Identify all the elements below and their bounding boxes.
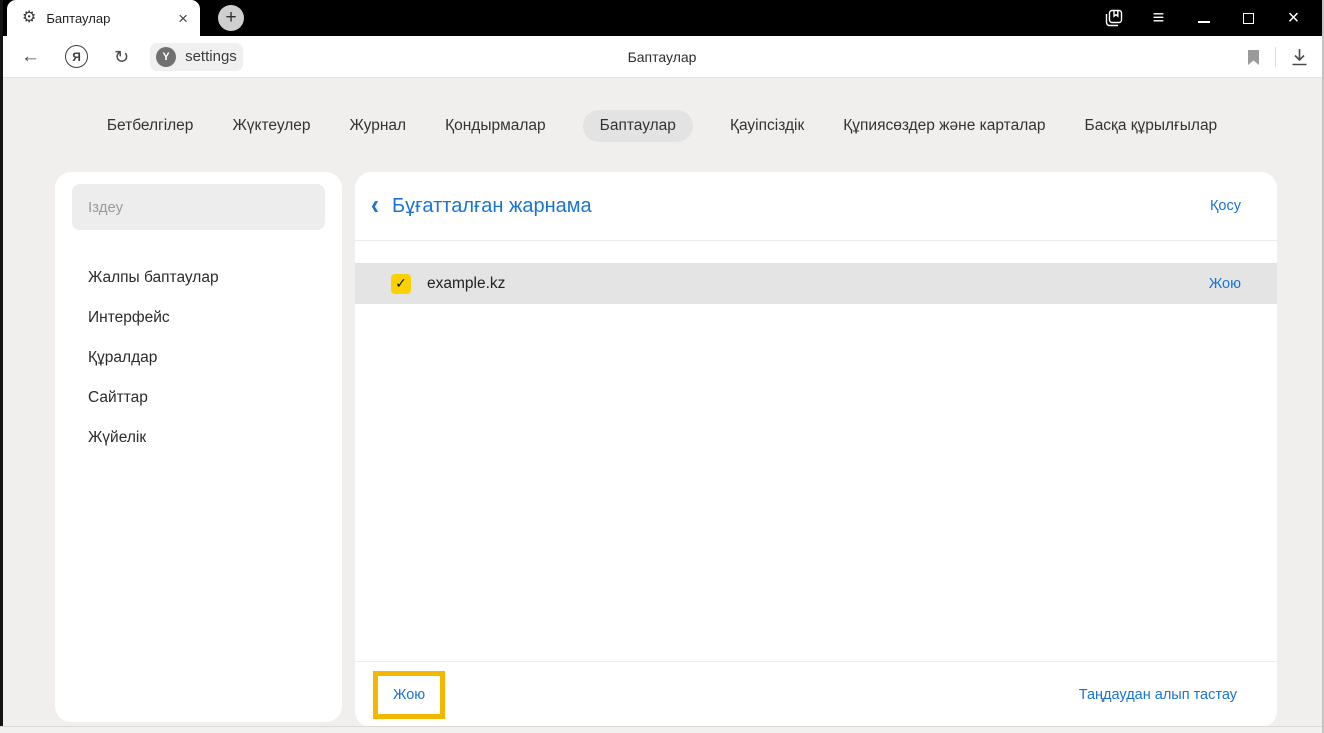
nav-tab-security[interactable]: Қауіпсіздік bbox=[728, 110, 806, 142]
refresh-icon[interactable]: ↻ bbox=[114, 48, 129, 66]
settings-nav: Бетбелгілер Жүктеулер Журнал Қондырмалар… bbox=[0, 79, 1324, 172]
nav-tab-extensions[interactable]: Қондырмалар bbox=[443, 110, 548, 142]
add-button[interactable]: Қосу bbox=[1210, 198, 1241, 214]
address-bar[interactable]: Y settings bbox=[150, 42, 243, 71]
tab-close-icon[interactable]: × bbox=[178, 10, 188, 27]
row-checkbox[interactable]: ✓ bbox=[391, 273, 411, 294]
protect-icon: Y bbox=[156, 46, 177, 67]
window-close-button[interactable]: × bbox=[1271, 0, 1316, 36]
address-text[interactable]: settings bbox=[185, 48, 237, 65]
nav-tab-settings[interactable]: Баптаулар bbox=[582, 109, 693, 142]
yandex-logo-icon[interactable]: Я bbox=[65, 45, 88, 68]
blocked-domain: example.kz bbox=[427, 274, 506, 292]
sidebar-item-tools[interactable]: Құралдар bbox=[55, 338, 342, 378]
gear-icon: ⚙ bbox=[22, 9, 37, 26]
search-input[interactable] bbox=[72, 184, 325, 230]
download-icon[interactable] bbox=[1291, 48, 1308, 66]
row-remove-button[interactable]: Жою bbox=[1209, 276, 1241, 292]
back-icon[interactable]: ← bbox=[21, 47, 40, 66]
toolbar-right-group bbox=[1247, 36, 1308, 78]
maximize-icon bbox=[1243, 12, 1254, 24]
settings-sidebar: Жалпы баптаулар Интерфейс Құралдар Сайтт… bbox=[55, 172, 342, 722]
sidebar-item-sites[interactable]: Сайттар bbox=[55, 378, 342, 418]
nav-tab-other-devices[interactable]: Басқа құрылғылар bbox=[1083, 110, 1220, 142]
window-controls: ≡ × bbox=[1091, 0, 1316, 36]
deselect-button[interactable]: Таңдаудан алып тастау bbox=[1079, 687, 1237, 703]
panel-footer: Жою Таңдаудан алып тастау bbox=[355, 661, 1277, 727]
menu-icon[interactable]: ≡ bbox=[1136, 0, 1181, 36]
bookmark-icon[interactable] bbox=[1247, 49, 1260, 66]
tab-strip: ⚙ Баптаулар × + ≡ × bbox=[0, 0, 1324, 36]
maximize-button[interactable] bbox=[1226, 0, 1271, 36]
sidebar-item-system[interactable]: Жүйелік bbox=[55, 418, 342, 458]
chevron-left-icon[interactable]: ‹ bbox=[371, 192, 379, 220]
nav-tab-bookmarks[interactable]: Бетбелгілер bbox=[105, 110, 196, 142]
tab-title: Баптаулар bbox=[46, 10, 111, 26]
window-bottom-border bbox=[0, 726, 1324, 733]
nav-tab-downloads[interactable]: Жүктеулер bbox=[230, 110, 312, 142]
minimize-icon bbox=[1197, 21, 1210, 23]
nav-tab-passwords[interactable]: Құпиясөздер және карталар bbox=[841, 110, 1047, 142]
sidebar-item-general[interactable]: Жалпы баптаулар bbox=[55, 258, 342, 298]
new-tab-button[interactable]: + bbox=[218, 5, 244, 31]
panel-header: ‹ Бұғатталған жарнама Қосу bbox=[355, 172, 1277, 241]
panel-title: Бұғатталған жарнама bbox=[392, 194, 592, 217]
minimize-button[interactable] bbox=[1181, 0, 1226, 36]
browser-toolbar: ← Я ↻ Y settings Баптаулар bbox=[0, 36, 1324, 78]
sidebar-item-interface[interactable]: Интерфейс bbox=[55, 298, 342, 338]
browser-tab-settings[interactable]: ⚙ Баптаулар × bbox=[7, 0, 200, 36]
sidebar-items: Жалпы баптаулар Интерфейс Құралдар Сайтт… bbox=[55, 258, 342, 458]
delete-button[interactable]: Жою bbox=[393, 687, 425, 703]
window-left-border bbox=[0, 0, 3, 726]
highlight-box: Жою bbox=[373, 670, 446, 719]
nav-tab-history[interactable]: Журнал bbox=[348, 110, 409, 142]
tabs-panel-icon[interactable] bbox=[1091, 0, 1136, 36]
blocked-site-row[interactable]: ✓ example.kz Жою bbox=[355, 263, 1277, 304]
toolbar-divider bbox=[1275, 47, 1276, 67]
blocked-ads-panel: ‹ Бұғатталған жарнама Қосу ✓ example.kz … bbox=[355, 172, 1277, 727]
